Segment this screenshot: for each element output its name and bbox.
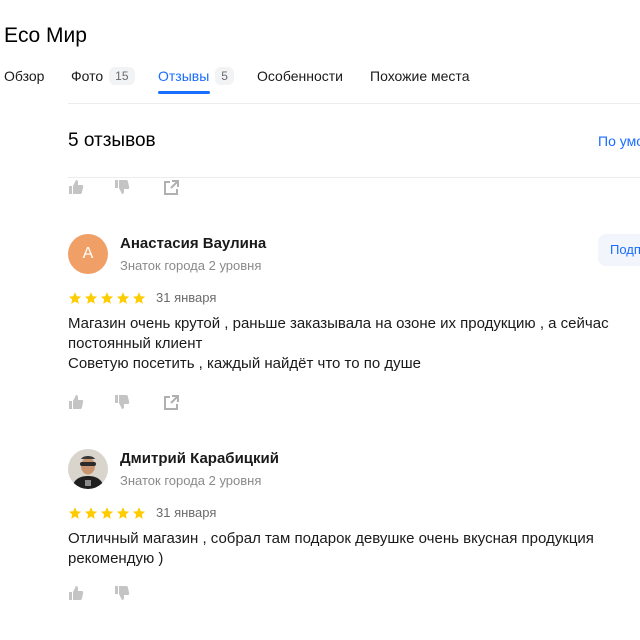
review-text: Отличный магазин , собрал там подарок де… [68,529,640,569]
review-date: 31 января [156,290,217,305]
review-text-line: постоянный клиент [68,335,203,352]
star-icon [68,292,82,304]
active-tab-indicator [158,91,210,94]
thumbs-down-icon[interactable] [114,179,132,197]
tab-features[interactable]: Особенности [257,62,343,90]
thumbs-up-icon[interactable] [68,585,86,603]
tab-bar: Обзор Фото 15 Отзывы 5 Особенности Похож… [0,62,640,96]
place-title: Eco Мир [4,24,87,47]
reviews-heading: 5 отзывов [68,130,156,151]
review-text-line: Отличный магазин , собрал там подарок де… [68,530,594,547]
tab-label: Особенности [257,68,343,84]
share-icon[interactable] [162,179,180,197]
star-icon [84,507,98,519]
star-icon [68,507,82,519]
tab-label: Обзор [4,68,45,84]
star-icon [84,292,98,304]
review-actions [68,394,208,414]
tab-overview[interactable]: Обзор [4,62,44,90]
tab-label: Отзывы [158,68,210,84]
review-text-line: Советую посетить , каждый найдёт что то … [68,355,422,372]
review-actions [68,179,208,199]
tab-count-badge: 5 [215,67,234,85]
thumbs-up-icon[interactable] [68,394,86,412]
user-photo-icon [68,449,108,489]
avatar[interactable] [68,449,108,489]
review-text-line: Магазин очень крутой , раньше заказывала… [68,315,609,332]
tab-reviews[interactable]: Отзывы 5 [158,62,234,90]
rating-stars [68,506,146,520]
author-rank: Знаток города 2 уровня [120,258,262,273]
sort-dropdown[interactable]: По умо [598,133,640,149]
place-reviews-page: Eco Мир Обзор Фото 15 Отзывы 5 Особеннос… [0,0,640,640]
rating-stars [68,291,146,305]
share-icon[interactable] [162,394,180,412]
review-card: Дмитрий Карабицкий Знаток города 2 уровн… [68,449,640,640]
star-icon [100,507,114,519]
tab-count-badge: 15 [109,67,135,85]
review-actions [68,585,208,605]
star-icon [132,292,146,304]
thumbs-up-icon[interactable] [68,179,86,197]
avatar[interactable]: А [68,234,108,274]
thumbs-down-icon[interactable] [114,585,132,603]
review-date: 31 января [156,505,217,520]
author-rank: Знаток города 2 уровня [120,473,262,488]
review-card: А Анастасия Ваулина Знаток города 2 уров… [68,234,640,424]
divider [68,103,640,104]
thumbs-down-icon[interactable] [114,394,132,412]
review-text: Магазин очень крутой , раньше заказывала… [68,314,640,374]
review-text-line: рекомендую ) [68,550,164,567]
star-icon [116,292,130,304]
author-name[interactable]: Анастасия Ваулина [120,235,266,252]
star-icon [116,507,130,519]
divider [68,177,640,178]
star-icon [132,507,146,519]
tab-label: Фото [71,68,104,84]
subscribe-button[interactable]: Подп [598,234,640,266]
tab-photos[interactable]: Фото 15 [71,62,135,90]
author-name[interactable]: Дмитрий Карабицкий [120,450,279,467]
tab-similar-places[interactable]: Похожие места [370,62,469,90]
tab-label: Похожие места [370,68,470,84]
star-icon [100,292,114,304]
